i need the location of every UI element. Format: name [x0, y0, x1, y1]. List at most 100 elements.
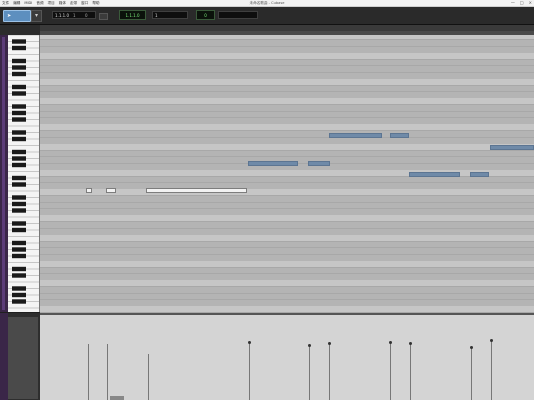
black-key[interactable]: [12, 156, 26, 161]
position-value: 1.1.1.0: [55, 13, 69, 18]
black-key[interactable]: [12, 286, 26, 291]
maximize-button[interactable]: □: [520, 0, 524, 6]
velocity-stem[interactable]: [249, 342, 250, 400]
controller-header: [0, 313, 40, 400]
velocity-stem[interactable]: [329, 343, 330, 400]
menu-media[interactable]: 媒体: [59, 0, 66, 6]
black-key[interactable]: [12, 71, 26, 77]
length-field[interactable]: 1: [152, 11, 188, 19]
black-key-lane: [40, 273, 534, 280]
black-key-lane: [40, 117, 534, 124]
midi-note[interactable]: [329, 133, 382, 138]
black-key[interactable]: [12, 117, 26, 122]
black-key[interactable]: [12, 104, 26, 109]
horizontal-scrollbar[interactable]: [110, 396, 124, 400]
velocity-handle[interactable]: [490, 339, 493, 342]
velocity-stem[interactable]: [491, 340, 492, 400]
velocity-lane[interactable]: [40, 313, 534, 400]
midi-note[interactable]: [390, 133, 409, 138]
midi-note[interactable]: [308, 161, 330, 166]
black-key-lane: [40, 208, 534, 215]
velocity-stem[interactable]: [88, 343, 89, 400]
track-color-bar: [2, 37, 5, 310]
menu-file[interactable]: 文件: [2, 0, 9, 6]
piano-keyboard[interactable]: [8, 35, 40, 312]
menu-midi[interactable]: MIDI: [24, 0, 32, 6]
black-key[interactable]: [12, 266, 26, 272]
menu-bar: 文件 编辑 MIDI 音频 项目 媒体 走带 窗口 帮助: [2, 0, 100, 6]
position-sub-value: 1: [73, 13, 76, 18]
black-key[interactable]: [12, 175, 26, 181]
velocity-stem[interactable]: [390, 342, 391, 400]
black-key[interactable]: [12, 273, 26, 278]
tool-mode-button[interactable]: ➤: [3, 10, 31, 22]
midi-note[interactable]: [409, 172, 460, 177]
black-key[interactable]: [12, 45, 26, 51]
midi-note[interactable]: [86, 188, 92, 193]
close-button[interactable]: ×: [529, 0, 532, 6]
black-key[interactable]: [12, 65, 26, 70]
position-field[interactable]: 1.1.1.0 1 0: [52, 11, 96, 19]
black-key[interactable]: [12, 91, 26, 96]
velocity-handle[interactable]: [328, 342, 331, 346]
velocity-handle[interactable]: [389, 340, 392, 344]
dropdown-button[interactable]: ▾: [31, 10, 42, 22]
black-key[interactable]: [12, 240, 26, 246]
black-key[interactable]: [12, 110, 26, 116]
black-key-lane: [40, 299, 534, 306]
midi-note[interactable]: [106, 188, 116, 193]
black-key-lane: [40, 45, 534, 53]
track-color-strip: [0, 35, 8, 312]
lcd-display-2: 0: [196, 10, 215, 20]
minimize-button[interactable]: —: [511, 0, 515, 6]
pointer-icon: ➤: [7, 13, 12, 19]
position-sub-value-2: 0: [85, 13, 88, 18]
black-key[interactable]: [12, 221, 26, 226]
menu-transport[interactable]: 走带: [70, 0, 77, 6]
note-grid[interactable]: [40, 35, 534, 319]
black-key[interactable]: [12, 227, 26, 233]
small-toggle[interactable]: [99, 13, 108, 20]
black-key[interactable]: [12, 162, 26, 168]
black-key[interactable]: [12, 130, 26, 135]
black-key[interactable]: [12, 39, 26, 44]
black-key[interactable]: [12, 136, 26, 142]
black-key[interactable]: [12, 299, 26, 304]
black-key-lane: [40, 136, 534, 144]
black-key[interactable]: [12, 84, 26, 90]
velocity-stem[interactable]: [410, 343, 411, 400]
lcd-display-1: 1.1.1.0: [119, 10, 146, 20]
menu-project[interactable]: 项目: [48, 0, 55, 6]
black-key[interactable]: [12, 195, 26, 200]
velocity-stem[interactable]: [107, 343, 108, 400]
editor-toolbar: ➤ ▾ 1.1.1.0 1 0 1.1.1.0 1 0: [0, 7, 534, 25]
midi-note[interactable]: [146, 188, 247, 193]
velocity-handle[interactable]: [470, 345, 473, 349]
black-key-lane: [40, 71, 534, 79]
black-key[interactable]: [12, 247, 26, 252]
black-key[interactable]: [12, 208, 26, 213]
velocity-stem[interactable]: [471, 347, 472, 400]
menu-help[interactable]: 帮助: [92, 0, 99, 6]
menu-window[interactable]: 窗口: [81, 0, 88, 6]
velocity-handle[interactable]: [308, 344, 311, 348]
velocity-handle[interactable]: [409, 342, 412, 346]
chevron-down-icon: ▾: [34, 12, 38, 19]
black-key[interactable]: [12, 292, 26, 298]
black-key[interactable]: [12, 149, 26, 155]
midi-note[interactable]: [470, 172, 489, 177]
black-key[interactable]: [12, 253, 26, 259]
title-bar: 文件 编辑 MIDI 音频 项目 媒体 走带 窗口 帮助 未命名歌曲 - Cub…: [0, 0, 534, 7]
menu-audio[interactable]: 音频: [36, 0, 43, 6]
black-key[interactable]: [12, 58, 26, 64]
midi-note[interactable]: [248, 161, 298, 166]
velocity-stem[interactable]: [309, 345, 310, 400]
window-controls: — □ ×: [511, 0, 532, 6]
black-key[interactable]: [12, 182, 26, 187]
velocity-stem[interactable]: [148, 354, 149, 400]
midi-note[interactable]: [490, 145, 534, 150]
menu-edit[interactable]: 编辑: [13, 0, 20, 6]
velocity-handle[interactable]: [248, 340, 251, 344]
black-key[interactable]: [12, 201, 26, 207]
value-field[interactable]: [218, 11, 258, 19]
